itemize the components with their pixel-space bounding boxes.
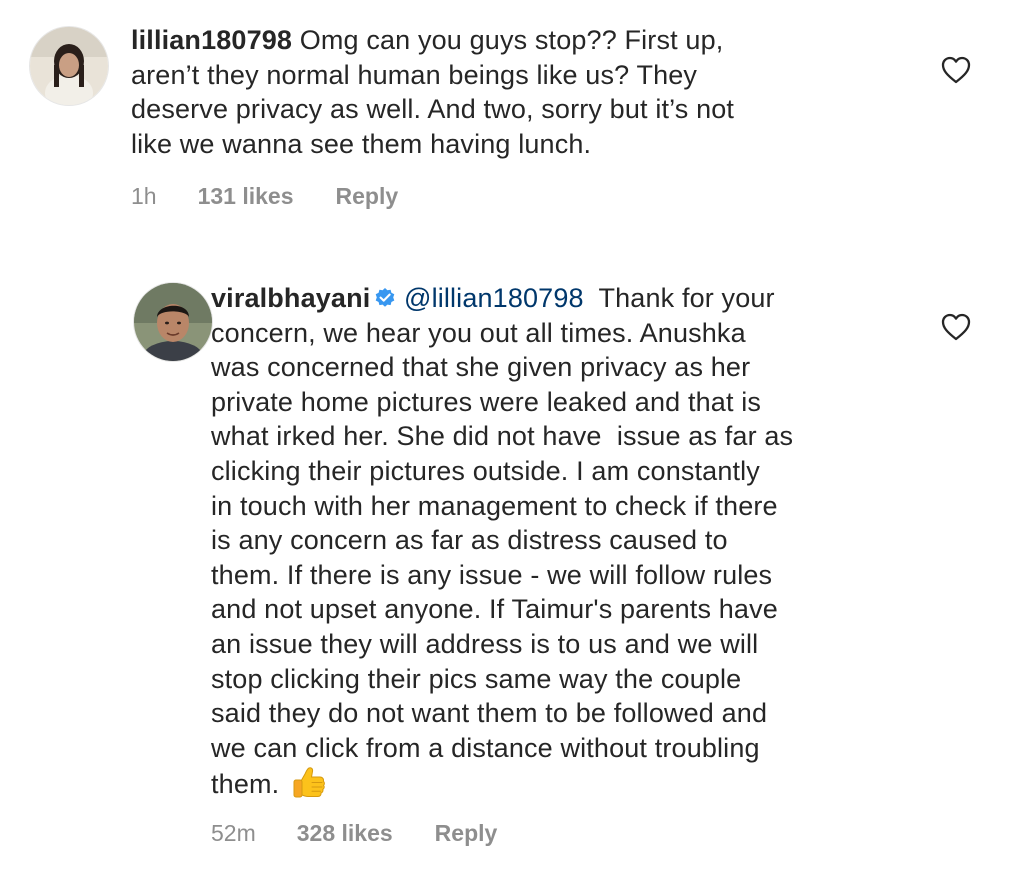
reply-button[interactable]: Reply xyxy=(435,820,498,847)
comment-line: stop clicking their pics same way the co… xyxy=(211,663,742,694)
comment-line: like we wanna see them having lunch. xyxy=(131,128,592,159)
comment-meta: 1h 131 likes Reply xyxy=(131,181,398,211)
verified-badge-icon xyxy=(374,287,396,309)
reply-button[interactable]: Reply xyxy=(336,183,399,210)
comment-time[interactable]: 52m xyxy=(211,820,256,847)
comment-line: them. xyxy=(211,769,280,800)
comment-line: said they do not want them to be followe… xyxy=(211,698,768,729)
thumbs-up-icon xyxy=(291,765,327,801)
comment-line: them. If there is any issue - we will fo… xyxy=(211,559,773,590)
comment-line: deserve privacy as well. And two, sorry … xyxy=(131,94,735,125)
comment-line: is any concern as far as distress caused… xyxy=(211,525,728,556)
comment-line: concern, we hear you out all times. Anus… xyxy=(211,317,746,348)
comment-line: we can click from a distance without tro… xyxy=(211,732,760,763)
comment-line: what irked her. She did not have issue a… xyxy=(211,421,794,452)
comment-time[interactable]: 1h xyxy=(131,183,157,210)
comment-username[interactable]: viralbhayani xyxy=(211,283,370,313)
comment-line: clicking their pictures outside. I am co… xyxy=(211,455,760,486)
comment-line: and not upset anyone. If Taimur's parent… xyxy=(211,594,778,625)
avatar[interactable] xyxy=(134,283,212,361)
comment-username[interactable]: lillian180798 xyxy=(131,25,292,55)
like-heart-icon[interactable] xyxy=(941,313,971,341)
comment-item: lillian180798 Omg can you guys stop?? Fi… xyxy=(0,0,1024,230)
comment-line: in touch with her management to check if… xyxy=(211,490,778,521)
comment-item: viralbhayani @lillian180798 Thank for yo… xyxy=(0,230,1024,881)
comment-line: an issue they will address is to us and … xyxy=(211,628,759,659)
avatar-photo xyxy=(30,27,108,105)
comment-text: viralbhayani @lillian180798 Thank for yo… xyxy=(211,281,793,802)
comment-likes[interactable]: 131 likes xyxy=(198,183,294,210)
comment-line: private home pictures were leaked and th… xyxy=(211,386,762,417)
comment-line: Omg can you guys stop?? First up, xyxy=(299,25,724,55)
comment-meta: 52m 328 likes Reply xyxy=(211,818,497,848)
avatar-photo xyxy=(134,283,212,361)
comment-line: Thank for your xyxy=(598,283,775,313)
mention-link[interactable]: @lillian180798 xyxy=(404,283,584,313)
comment-line: was concerned that she given privacy as … xyxy=(211,352,751,383)
comment-likes[interactable]: 328 likes xyxy=(297,820,393,847)
avatar[interactable] xyxy=(30,27,108,105)
comment-text: lillian180798 Omg can you guys stop?? Fi… xyxy=(131,23,734,161)
comment-line: aren’t they normal human beings like us?… xyxy=(131,59,698,90)
like-heart-icon[interactable] xyxy=(941,56,971,84)
